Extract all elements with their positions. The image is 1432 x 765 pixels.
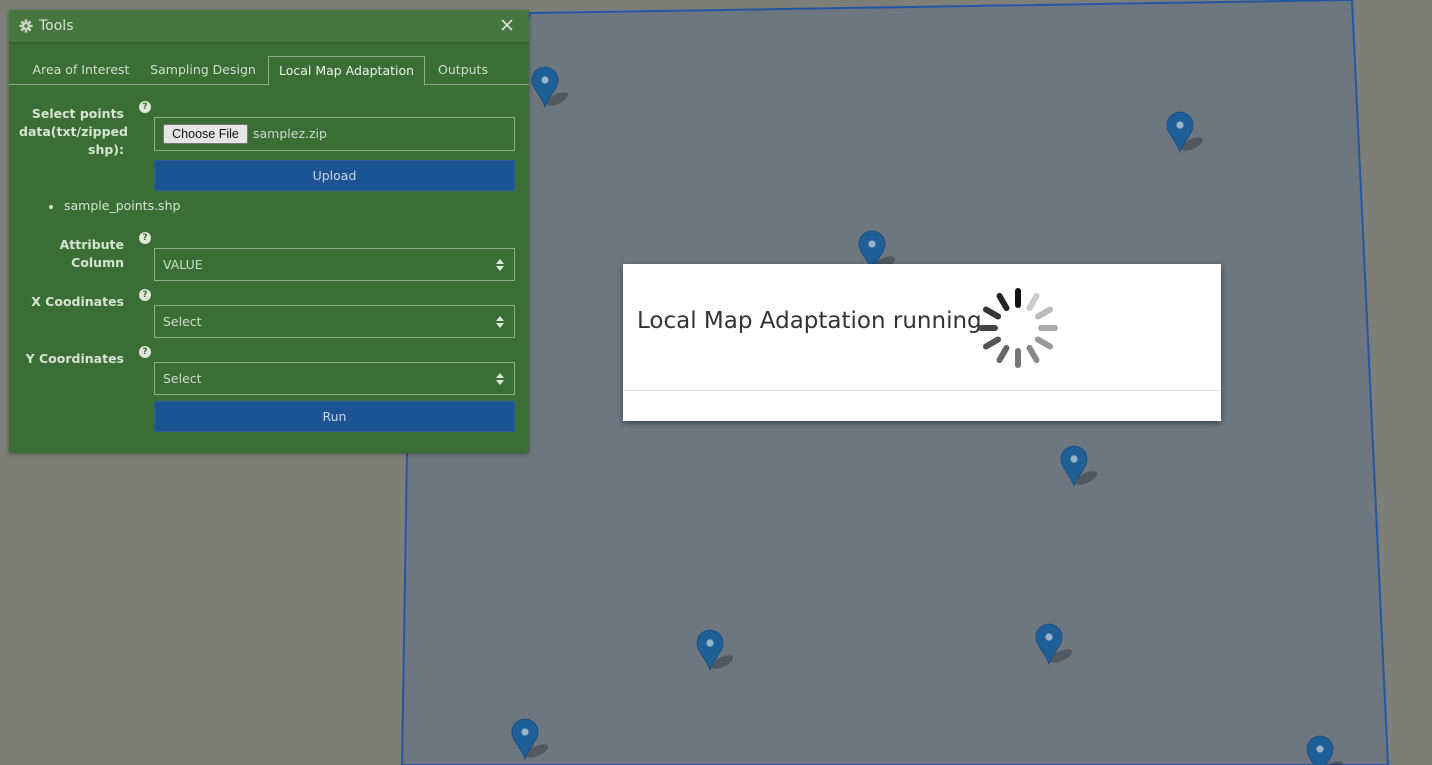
tools-panel: Tools Area of Interest Sampling Design L…	[9, 10, 529, 453]
tab-sampling-design[interactable]: Sampling Design	[145, 56, 261, 85]
x-coordinates-select[interactable]: Select	[154, 305, 515, 338]
y-coordinates-label: Y Coordinates	[25, 351, 124, 366]
close-icon[interactable]	[499, 17, 515, 33]
spinner-spoke	[996, 344, 1010, 364]
spinner-spoke	[978, 325, 998, 331]
y-coordinates-value: Select	[163, 371, 202, 386]
help-icon[interactable]: ?	[139, 232, 151, 244]
select-arrows-icon	[496, 373, 504, 385]
x-coordinates-value: Select	[163, 314, 202, 329]
upload-button[interactable]: Upload	[154, 160, 515, 191]
uploaded-files-list: sample_points.shp	[49, 198, 180, 213]
spinner-spoke	[1026, 344, 1040, 364]
file-input[interactable]: Choose File samplez.zip	[154, 117, 515, 151]
attribute-column-value: VALUE	[163, 257, 203, 272]
attribute-column-select[interactable]: VALUE	[154, 248, 515, 281]
modal-message: Local Map Adaptation running	[637, 308, 982, 334]
help-icon[interactable]: ?	[139, 289, 151, 301]
attribute-column-label: Attribute Column	[59, 237, 124, 270]
gear-icon	[19, 19, 33, 33]
points-data-label: Select points data(txt/zipped shp):	[19, 106, 128, 157]
tab-local-map-adaptation[interactable]: Local Map Adaptation	[268, 56, 425, 86]
list-bullet	[49, 204, 53, 209]
help-icon[interactable]: ?	[139, 346, 151, 358]
spinner-spoke	[1015, 288, 1021, 308]
spinner-spoke	[982, 336, 1002, 350]
select-arrows-icon	[496, 259, 504, 271]
selected-file-name: samplez.zip	[253, 126, 327, 141]
help-icon[interactable]: ?	[139, 101, 151, 113]
loading-spinner-icon	[978, 288, 1058, 368]
tab-area-of-interest[interactable]: Area of Interest	[23, 56, 139, 85]
spinner-spoke	[996, 292, 1010, 312]
loading-modal: Local Map Adaptation running	[623, 264, 1221, 421]
list-item: sample_points.shp	[64, 198, 181, 213]
spinner-spoke	[1034, 306, 1054, 320]
spinner-spoke	[1038, 325, 1058, 331]
tab-outputs[interactable]: Outputs	[431, 56, 495, 85]
spinner-spoke	[1015, 348, 1021, 368]
tools-panel-header[interactable]: Tools	[9, 10, 529, 43]
spinner-spoke	[1026, 292, 1040, 312]
run-button[interactable]: Run	[154, 401, 515, 432]
modal-divider	[623, 390, 1221, 391]
panel-title: Tools	[39, 18, 74, 34]
spinner-spoke	[1034, 336, 1054, 350]
x-coordinates-label: X Coodinates	[31, 294, 124, 309]
tool-tabs: Area of Interest Sampling Design Local M…	[9, 56, 529, 86]
select-arrows-icon	[496, 316, 504, 328]
spinner-spoke	[982, 306, 1002, 320]
choose-file-button[interactable]: Choose File	[163, 124, 248, 144]
y-coordinates-select[interactable]: Select	[154, 362, 515, 395]
